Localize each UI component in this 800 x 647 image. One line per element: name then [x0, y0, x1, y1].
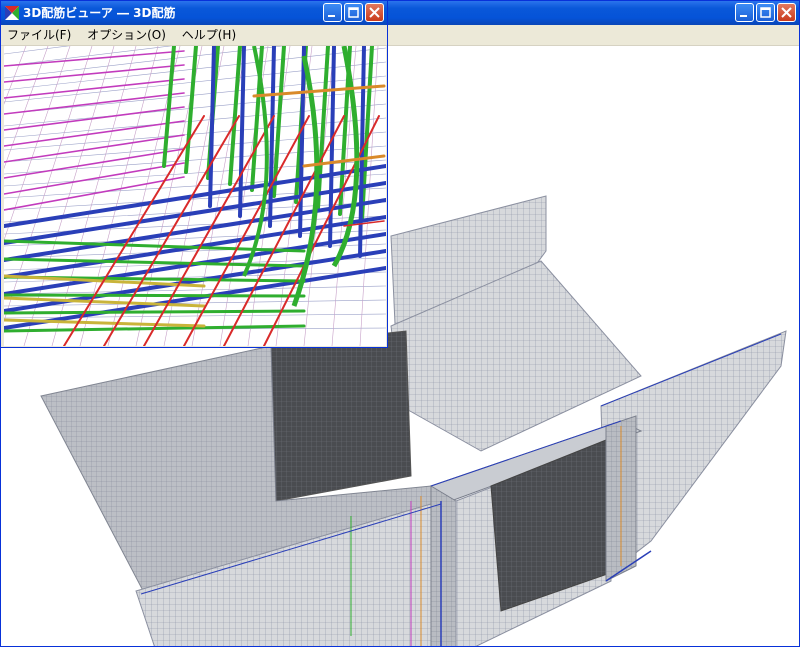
maximize-icon [760, 7, 771, 18]
rebar-closeup-render [4, 46, 386, 346]
rebar-line [4, 145, 386, 175]
rebar-line [4, 239, 306, 253]
close-button[interactable] [777, 3, 796, 22]
rebar-line [4, 103, 386, 139]
menu-file[interactable]: ファイル(F) [1, 25, 77, 45]
viewer-window-title: 3D配筋ビューア ― 3D配筋 [23, 6, 176, 20]
rebar-line [4, 309, 306, 315]
minimize-button[interactable] [735, 3, 754, 22]
rebar-line [4, 78, 185, 99]
menu-options[interactable]: オプション(O) [81, 25, 172, 45]
rebar-line [4, 148, 185, 179]
rebar-line [4, 293, 306, 298]
viewer-window: 3D配筋ビューア ― 3D配筋 ファイル(F) オプション(O) ヘルプ(H) [0, 0, 388, 348]
rebar-line [4, 285, 386, 295]
minimize-icon [328, 15, 335, 17]
viewer-close-button[interactable] [365, 3, 384, 22]
menu-help[interactable]: ヘルプ(H) [176, 25, 242, 45]
close-icon [781, 7, 792, 18]
viewer-maximize-button[interactable] [344, 3, 363, 22]
viewer-minimize-button[interactable] [323, 3, 342, 22]
rebar-line [316, 46, 330, 210]
maximize-icon [348, 7, 359, 18]
rebar-line [328, 46, 336, 248]
rebar-line [4, 50, 185, 67]
close-icon [369, 7, 380, 18]
rebar-line [298, 46, 306, 238]
viewer-menubar: ファイル(F) オプション(O) ヘルプ(H) [1, 25, 387, 46]
maximize-button[interactable] [756, 3, 775, 22]
rebar-line [4, 46, 27, 105]
rear-opening [270, 330, 412, 502]
rebar-line [4, 134, 185, 163]
rebar-line [228, 46, 242, 186]
viewer-window-titlebar[interactable]: 3D配筋ビューア ― 3D配筋 [1, 1, 387, 25]
rebar-line [208, 46, 216, 208]
minimize-icon [740, 15, 747, 17]
app-icon [5, 6, 19, 20]
rebar-3d-viewport[interactable] [4, 46, 386, 346]
front-portal-left-wall [430, 485, 457, 646]
